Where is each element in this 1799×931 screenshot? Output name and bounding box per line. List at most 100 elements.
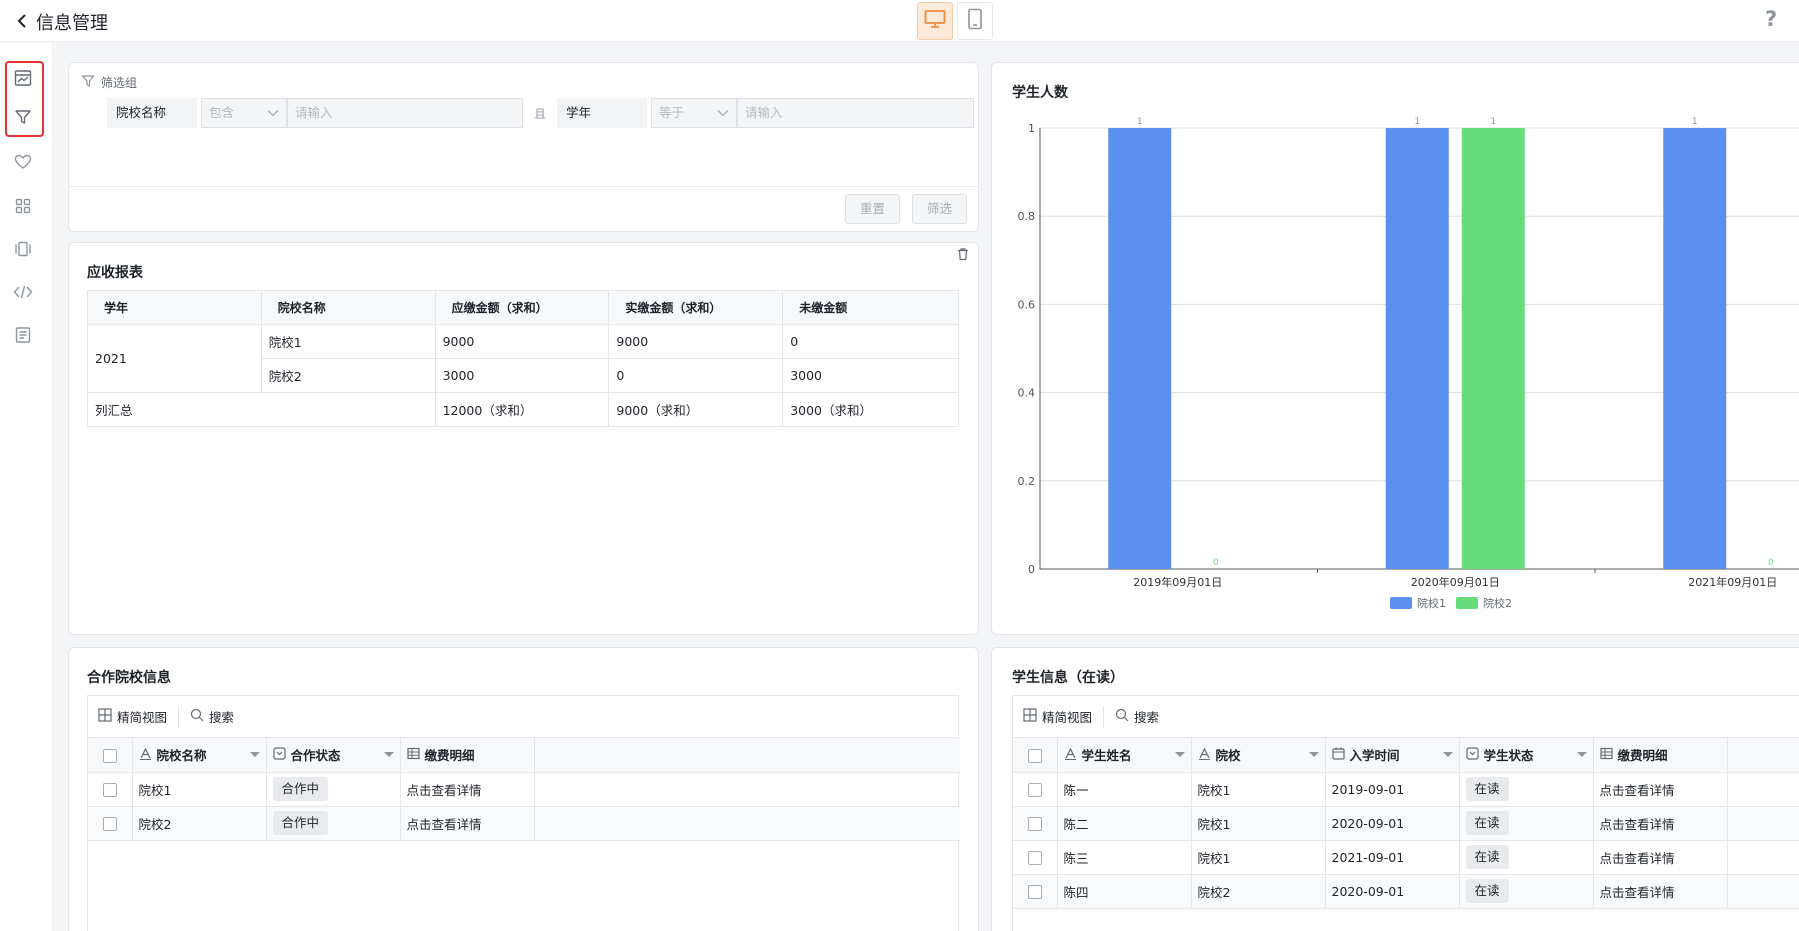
table-row[interactable]: 陈一 院校1 2019-09-01 在读 点击查看详情 [1013,772,1799,807]
column-header[interactable]: 合作状态 [266,738,401,773]
table-cell[interactable]: 院校2 [1191,874,1326,909]
table-cell[interactable]: 院校1 [1191,772,1326,807]
table-cell[interactable]: 院校1 [132,772,267,807]
chevron-down-icon[interactable] [383,752,394,758]
pivot-total-cell: 9000（求和） [608,392,784,427]
filter-conjunction[interactable]: 且 [523,105,557,122]
compact-view-button[interactable]: 精简视图 [1021,707,1094,726]
column-header-label: 学生姓名 [1081,748,1132,764]
chevron-down-icon[interactable] [1576,752,1587,758]
legend-item[interactable]: 院校1 [1390,595,1446,611]
row-checkbox[interactable] [1027,782,1042,797]
chevron-down-icon[interactable] [249,752,260,758]
row-checkbox[interactable] [1027,850,1042,865]
search-icon [190,708,204,725]
chevron-down-icon [267,99,279,127]
desktop-view-button[interactable] [917,2,953,40]
chart-icon[interactable] [12,67,34,89]
filter-value-2[interactable]: 请输入 [737,98,975,128]
row-checkbox[interactable] [1027,816,1042,831]
column-header[interactable]: 缴费明细 [1593,738,1728,773]
grid-icon[interactable] [12,195,34,217]
table-cell[interactable]: 陈二 [1057,806,1192,841]
legend-item[interactable]: 院校2 [1456,595,1512,611]
table-cell[interactable]: 陈三 [1057,840,1192,875]
column-header[interactable]: 学生状态 [1459,738,1594,773]
table-cell[interactable]: 在读 [1459,806,1594,841]
help-button[interactable]: ? [1765,7,1777,31]
status-badge: 合作中 [272,777,329,801]
row-checkbox[interactable] [1027,884,1042,899]
detail-link[interactable]: 点击查看详情 [1593,874,1728,909]
search-label: 搜索 [1134,710,1160,725]
heart-icon[interactable] [12,151,34,173]
table-cell[interactable]: 陈一 [1057,772,1192,807]
table-row[interactable]: 陈二 院校1 2020-09-01 在读 点击查看详情 [1013,806,1799,841]
detail-link[interactable]: 点击查看详情 [400,806,535,841]
detail-link[interactable]: 点击查看详情 [1593,840,1728,875]
row-select-cell [1013,840,1058,875]
tablet-view-button[interactable] [957,2,993,40]
chevron-down-icon[interactable] [1442,752,1453,758]
table-row[interactable]: 院校2 合作中 点击查看详情 [88,806,960,841]
row-select-cell [1013,772,1058,807]
pivot-cell: 0 [608,358,784,393]
legend-label: 院校2 [1483,597,1512,610]
table-cell[interactable]: 合作中 [266,806,401,841]
table-cell[interactable]: 2020-09-01 [1325,874,1460,909]
column-header-label: 缴费明细 [424,748,475,764]
table-cell[interactable]: 陈四 [1057,874,1192,909]
chevron-down-icon[interactable] [1308,752,1319,758]
table-cell-filler [534,806,960,841]
column-header[interactable]: 院校 [1191,738,1326,773]
code-icon[interactable] [12,281,34,303]
search-button[interactable]: 搜索 [1113,707,1161,726]
detail-link[interactable]: 点击查看详情 [1593,772,1728,807]
select-all-checkbox[interactable] [1027,748,1042,763]
trash-icon[interactable] [956,247,970,265]
column-header[interactable]: 入学时间 [1325,738,1460,773]
table-cell[interactable]: 2021-09-01 [1325,840,1460,875]
table-cell[interactable]: 合作中 [266,772,401,807]
carousel-icon[interactable] [12,238,34,260]
filter-icon[interactable] [12,106,34,128]
search-button[interactable]: 搜索 [188,707,236,726]
table-row[interactable]: 陈三 院校1 2021-09-01 在读 点击查看详情 [1013,840,1799,875]
student-count-chart-panel: 学生人数 [991,62,1799,635]
chevron-left-icon[interactable] [12,11,32,31]
table-cell[interactable]: 院校1 [1191,806,1326,841]
legend-label: 院校1 [1417,597,1446,610]
row-checkbox[interactable] [102,816,117,831]
column-header[interactable]: 院校名称 [132,738,267,773]
table-cell[interactable]: 在读 [1459,772,1594,807]
table-cell[interactable]: 院校2 [132,806,267,841]
table-cell[interactable]: 2020-09-01 [1325,806,1460,841]
chevron-down-icon[interactable] [1174,752,1185,758]
table-cell[interactable]: 院校1 [1191,840,1326,875]
row-checkbox[interactable] [102,782,117,797]
detail-link[interactable]: 点击查看详情 [1593,806,1728,841]
partners-title: 合作院校信息 [87,670,171,686]
table-header-row: 学生姓名 院校 入学时间 学生状态 缴费明细 [1013,738,1799,773]
column-header[interactable]: 缴费明细 [400,738,535,773]
table-row[interactable]: 院校1 合作中 点击查看详情 [88,772,960,807]
tablet-icon [967,8,983,34]
filter-field-2[interactable]: 学年 [557,98,648,128]
table-cell[interactable]: 在读 [1459,840,1594,875]
column-header-label: 合作状态 [290,748,341,764]
table-cell[interactable]: 2019-09-01 [1325,772,1460,807]
filter-value-1[interactable]: 请输入 [287,98,523,128]
filter-field-1[interactable]: 院校名称 [107,98,197,128]
detail-link[interactable]: 点击查看详情 [400,772,535,807]
pivot-header-row: 学年 院校名称 应缴金额（求和） 实缴金额（求和） 未缴金额 [87,290,959,325]
column-header[interactable]: 学生姓名 [1057,738,1192,773]
compact-view-button[interactable]: 精简视图 [96,707,169,726]
filter-submit-button[interactable]: 筛选 [912,194,967,224]
select-all-checkbox[interactable] [102,748,117,763]
table-row[interactable]: 陈四 院校2 2020-09-01 在读 点击查看详情 [1013,874,1799,909]
table-cell[interactable]: 在读 [1459,874,1594,909]
filter-operator-2[interactable]: 等于 [651,98,738,128]
form-icon[interactable] [12,324,34,346]
filter-operator-1[interactable]: 包含 [201,98,287,128]
reset-button[interactable]: 重置 [845,194,900,224]
